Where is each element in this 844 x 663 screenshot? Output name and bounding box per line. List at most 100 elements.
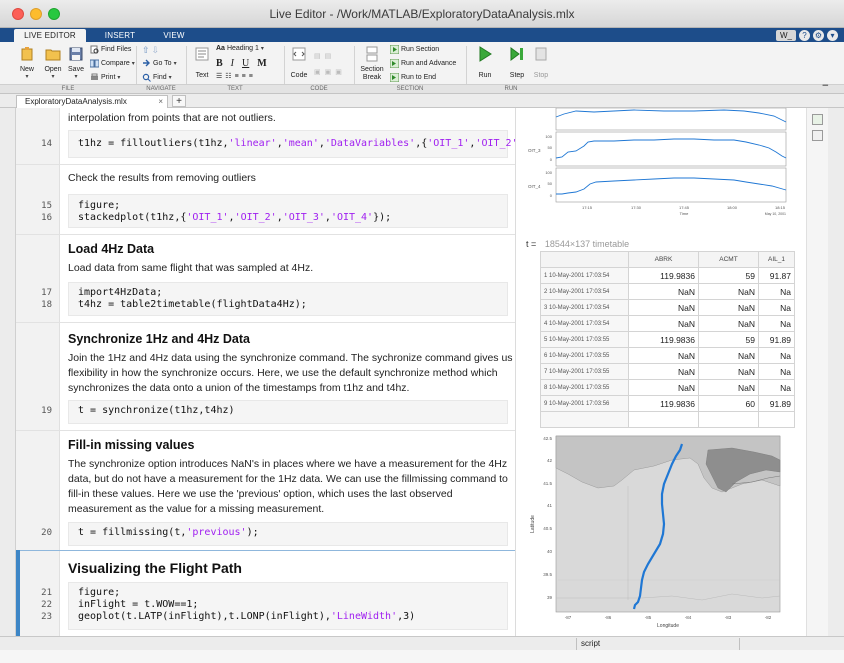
run-and-advance-icon	[390, 59, 399, 68]
doc-tab-exploratory[interactable]: ExploratoryDataAnalysis.mlx ×	[16, 95, 168, 108]
open-button[interactable]: Open ▾	[42, 46, 64, 80]
text-line[interactable]: interpolation from points that are not o…	[68, 112, 276, 124]
bullet-list-icon[interactable]: ☰	[216, 72, 222, 80]
code-icon	[292, 47, 306, 61]
text-icon	[195, 47, 209, 61]
output-inline-icon[interactable]	[812, 130, 823, 141]
timetable-output[interactable]: ABRK ACMT AIL_1 1 10-May-2001 17:03:54 11…	[540, 251, 795, 428]
tab-view[interactable]: VIEW	[150, 29, 198, 42]
code-line-19[interactable]: t = synchronize(t1hz,t4hz)	[78, 405, 235, 416]
outdent-icon[interactable]: ▤	[325, 52, 332, 60]
code-line-23[interactable]: geoplot(t.LATP(inFlight),t.LONP(inFlight…	[78, 611, 415, 622]
output-pane[interactable]: 100 50 0 OIT_3 100 50 0 OIT_4 17:15 17:3…	[516, 108, 806, 636]
code-line-18[interactable]: t4hz = table2timetable(flightData4Hz);	[78, 299, 307, 310]
window-bottom	[0, 650, 844, 663]
text-line[interactable]: fill-in these values. Here we use the 'p…	[68, 488, 453, 500]
code-button[interactable]: Code	[288, 46, 310, 79]
text-style-dropdown[interactable]: Aa Heading 1 ▾	[216, 45, 264, 52]
section-heading[interactable]: Load 4Hz Data	[68, 242, 154, 256]
code-line-15[interactable]: figure;	[78, 200, 120, 211]
code-line-21[interactable]: figure;	[78, 587, 120, 598]
run-to-end-button[interactable]: Run to End	[390, 73, 436, 82]
monospace-button[interactable]: M	[257, 58, 266, 69]
code-line-20[interactable]: t = fillmissing(t,'previous');	[78, 527, 259, 538]
stacked-plot-axes-oit3	[555, 131, 787, 167]
underline-button[interactable]: U	[242, 58, 249, 69]
code-line-22[interactable]: inFlight = t.WOW==1;	[78, 599, 198, 610]
section-heading[interactable]: Fill-in missing values	[68, 438, 194, 452]
close-tab-icon[interactable]: ×	[158, 96, 163, 108]
text-line[interactable]: measurement as the value for a missing m…	[68, 503, 324, 515]
tab-live-editor[interactable]: LIVE EDITOR	[14, 29, 86, 42]
chevron-down-icon: ▾	[131, 61, 135, 67]
find-files-button[interactable]: Find Files	[90, 45, 131, 54]
section-break-button[interactable]: Section Break	[358, 46, 386, 82]
align-left-icon[interactable]: ≡	[235, 73, 239, 80]
tick-label: 0	[550, 193, 553, 198]
active-section-line	[16, 550, 515, 551]
align-center-icon[interactable]: ≡	[242, 73, 246, 80]
stop-button[interactable]: Stop	[530, 46, 552, 79]
timetable-title: t = 18544×137 timetable	[526, 239, 630, 249]
save-button[interactable]: Save ▾	[66, 46, 86, 80]
column-header[interactable]: ACMT	[698, 251, 759, 268]
collapse-ribbon-icon[interactable]: ▔	[823, 85, 828, 93]
numbered-list-icon[interactable]: ☷	[225, 72, 231, 80]
tick-label: 18:00	[727, 205, 738, 210]
section-heading[interactable]: Synchronize 1Hz and 4Hz Data	[68, 332, 250, 346]
tick-label: 100	[545, 134, 552, 139]
text-line[interactable]: synchronizes the data onto a union of th…	[68, 382, 409, 394]
help-icon[interactable]: ?	[799, 29, 810, 41]
text-line[interactable]: data, but do not have a measurement for …	[68, 473, 508, 485]
stacked-plot[interactable]: 100 50 0 OIT_3 100 50 0 OIT_4 17:15 17:3…	[524, 108, 794, 226]
text-line[interactable]: Load data from same flight that was samp…	[68, 262, 313, 274]
navigate-arrows[interactable]: ⇧ ⇩	[142, 45, 159, 56]
text-format-row: B I U M	[216, 58, 267, 69]
indent-icon[interactable]: ▤	[314, 52, 321, 60]
run-button[interactable]: Run	[474, 46, 496, 79]
code-line-16[interactable]: stackedplot(t1hz,{'OIT_1','OIT_2','OIT_3…	[78, 212, 391, 223]
text-line[interactable]: The synchronize option introduces NaN's …	[68, 458, 507, 470]
text-button[interactable]: Text	[190, 46, 214, 79]
chevron-down-icon: ▾	[260, 46, 264, 52]
save-icon	[69, 47, 83, 61]
settings-icon[interactable]: ⚙	[813, 29, 824, 41]
bold-button[interactable]: B	[216, 58, 223, 69]
tick-label: 40.5	[543, 526, 552, 531]
print-button[interactable]: Print ▾	[90, 73, 120, 82]
tab-insert[interactable]: INSERT	[94, 29, 146, 42]
find-button[interactable]: Find ▾	[142, 73, 172, 82]
uncomment-icon[interactable]: ▣	[325, 68, 332, 76]
new-button[interactable]: New ▾	[16, 46, 38, 80]
run-and-advance-button[interactable]: Run and Advance	[390, 59, 456, 68]
step-button[interactable]: Step	[506, 46, 528, 79]
comment-icon[interactable]: ▣	[314, 68, 321, 76]
code-format-row: ▤ ▤	[314, 52, 331, 60]
add-tab-button[interactable]: +	[172, 95, 186, 107]
go-to-button[interactable]: Go To ▾	[142, 59, 177, 68]
table-row: 9 10-May-2001 17:03:56 119.9836 60 91.89	[540, 395, 795, 412]
user-badge[interactable]: W_	[776, 29, 796, 41]
live-script-editor[interactable]: interpolation from points that are not o…	[16, 108, 516, 636]
table-row: 6 10-May-2001 17:03:55 NaN NaN Na	[540, 347, 795, 364]
chevron-down-icon[interactable]: ▾	[827, 29, 838, 41]
column-header[interactable]: AIL_1	[758, 251, 795, 268]
output-right-icon[interactable]	[812, 114, 823, 125]
tick-label: -83	[725, 615, 732, 620]
section-divider	[16, 430, 515, 431]
section-heading[interactable]: Visualizing the Flight Path	[68, 560, 242, 576]
text-line[interactable]: Check the results from removing outliers	[68, 172, 256, 184]
text-line[interactable]: Join the 1Hz and 4Hz data using the sync…	[68, 352, 513, 364]
compare-button[interactable]: Compare ▾	[90, 59, 135, 68]
geoplot-map[interactable]: 42.5 42 41.5 41 40.5 40 39.5 39 Latitude…	[522, 430, 786, 630]
wrap-icon[interactable]: ▣	[335, 68, 342, 76]
tick-label: 50	[548, 181, 553, 186]
code-line-14[interactable]: t1hz = filloutliers(t1hz,'linear','mean'…	[78, 138, 515, 149]
column-header[interactable]: ABRK	[628, 251, 699, 268]
run-section-button[interactable]: Run Section	[390, 45, 439, 54]
italic-button[interactable]: I	[231, 58, 234, 69]
align-right-icon[interactable]: ≡	[249, 73, 253, 80]
y-axis-label: OIT_3	[528, 148, 541, 153]
text-line[interactable]: flexibility in how the synchronize occur…	[68, 367, 498, 379]
code-line-17[interactable]: import4HzData;	[78, 287, 162, 298]
